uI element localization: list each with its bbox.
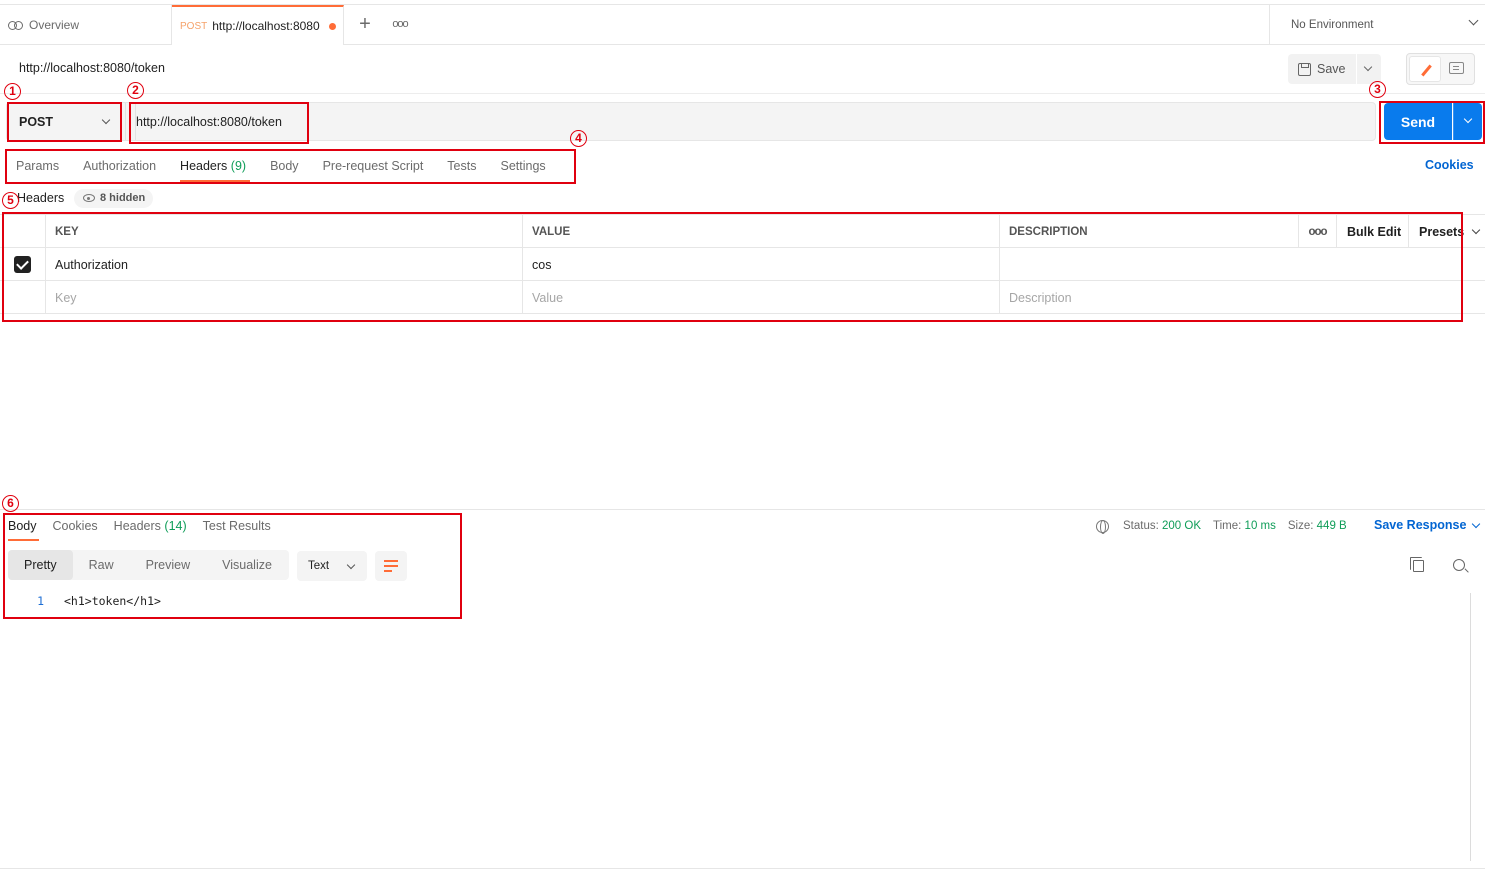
tab-method-label: POST: [180, 20, 208, 32]
scrollbar[interactable]: [1470, 593, 1471, 861]
save-icon: [1298, 62, 1311, 76]
request-title[interactable]: http://localhost:8080/token: [19, 61, 165, 75]
tab-more-button[interactable]: ooo: [390, 13, 410, 37]
annotation-number-1: 1: [4, 83, 21, 100]
tab-bar: Overview POST http://localhost:8080 + oo…: [0, 4, 1485, 45]
annotation-number-6: 6: [2, 495, 19, 512]
status-info[interactable]: Status: 200 OK: [1123, 520, 1201, 532]
annotation-number-5: 5: [2, 192, 19, 209]
annotation-number-2: 2: [127, 82, 144, 99]
bottom-divider: [0, 868, 1485, 869]
time-value: 10 ms: [1244, 520, 1276, 532]
annotation-box-6: [3, 513, 462, 619]
save-response-button[interactable]: Save Response: [1374, 518, 1481, 532]
cookies-link[interactable]: Cookies: [1425, 158, 1474, 172]
url-separator: [125, 103, 126, 140]
size-value: 449 B: [1316, 520, 1347, 532]
copy-icon[interactable]: [1410, 557, 1424, 572]
annotation-box-1: [7, 102, 122, 142]
tab-request-active[interactable]: POST http://localhost:8080: [172, 5, 344, 45]
url-input[interactable]: http://localhost:8080/token: [135, 103, 1365, 140]
tab-url-label: http://localhost:8080: [212, 19, 320, 33]
unsaved-dot-icon: [328, 22, 336, 30]
edit-mode-button[interactable]: [1409, 56, 1441, 82]
pencil-icon: [1421, 64, 1432, 77]
new-tab-button[interactable]: +: [355, 13, 375, 37]
chevron-down-icon: [1468, 15, 1479, 26]
chevron-down-icon: [1363, 62, 1373, 72]
annotation-number-4: 4: [570, 130, 587, 147]
annotation-box-3: [1379, 101, 1485, 144]
save-options-button[interactable]: [1357, 54, 1381, 84]
chevron-down-icon: [1472, 519, 1481, 529]
save-button-label: Save: [1317, 62, 1346, 76]
save-button[interactable]: Save: [1288, 54, 1356, 84]
eye-icon: [83, 194, 95, 202]
view-mode-toggle: [1406, 53, 1475, 85]
tab-overview[interactable]: Overview: [0, 5, 172, 45]
environment-label: No Environment: [1291, 19, 1374, 31]
status-label: Status:: [1123, 520, 1159, 532]
comment-icon[interactable]: [1449, 62, 1464, 74]
environment-select[interactable]: No Environment: [1269, 5, 1485, 45]
size-label: Size:: [1287, 520, 1314, 532]
headers-title: Headers: [17, 191, 65, 205]
hidden-headers-toggle[interactable]: 8 hidden: [74, 189, 154, 208]
save-response-label: Save Response: [1374, 518, 1467, 532]
size-info[interactable]: Size: 449 B: [1288, 520, 1347, 532]
annotation-number-3: 3: [1369, 81, 1386, 98]
overview-icon: [8, 19, 24, 31]
hidden-headers-label: 8 hidden: [100, 192, 146, 204]
response-divider[interactable]: [0, 509, 1485, 510]
tab-overview-label: Overview: [29, 18, 80, 32]
time-label: Time:: [1213, 520, 1242, 532]
time-info[interactable]: Time: 10 ms: [1213, 520, 1276, 532]
annotation-box-4: [5, 149, 576, 184]
response-meta: Status: 200 OK Time: 10 ms Size: 449 B: [1096, 518, 1359, 534]
divider: [0, 93, 1485, 94]
annotation-box-5: [2, 212, 1463, 322]
globe-icon[interactable]: [1096, 519, 1109, 534]
status-value: 200 OK: [1162, 520, 1202, 532]
chevron-down-icon: [1471, 225, 1481, 235]
search-icon[interactable]: [1453, 559, 1465, 571]
annotation-box-2: [129, 102, 309, 144]
